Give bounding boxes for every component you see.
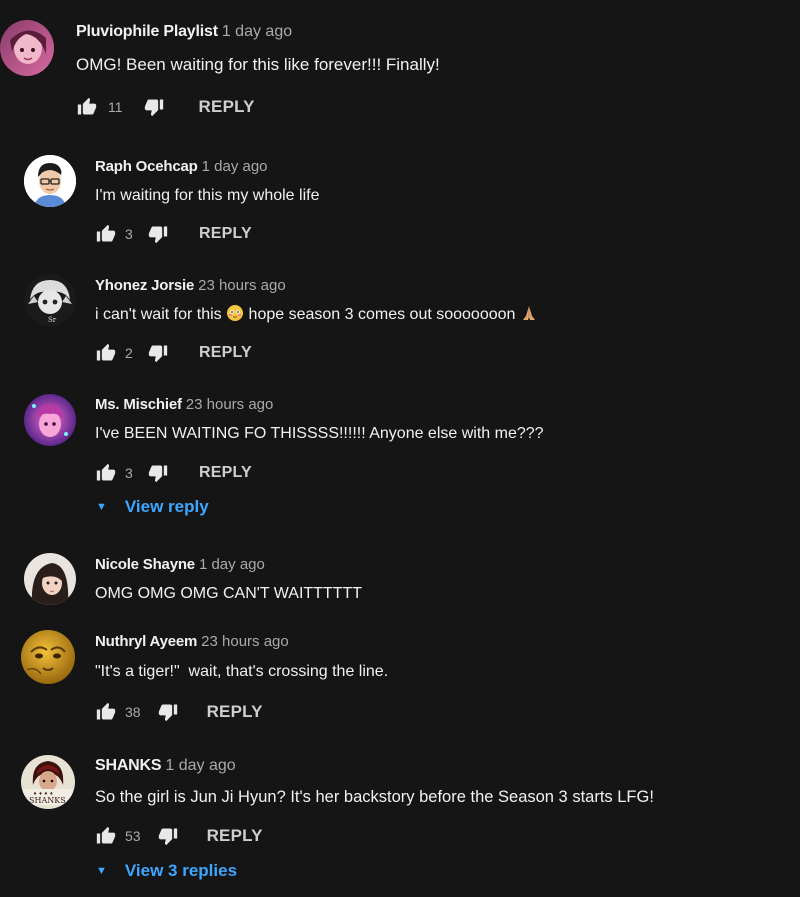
comment-text: I've BEEN WAITING FO THISSSS!!!!!! Anyon… bbox=[95, 425, 544, 442]
thumbs-down-icon[interactable] bbox=[157, 701, 179, 723]
reply-button[interactable]: REPLY bbox=[207, 702, 263, 722]
thumbs-down-icon[interactable] bbox=[157, 825, 179, 847]
thumbs-down-icon[interactable] bbox=[147, 342, 169, 364]
avatar-badge-text: SHANKS bbox=[29, 796, 66, 805]
like-count: 3 bbox=[125, 465, 133, 481]
comment-header: Yhonez Jorsie 23 hours ago bbox=[95, 276, 286, 296]
comment-header: Raph Ocehcap 1 day ago bbox=[95, 157, 268, 177]
thumbs-up-icon[interactable] bbox=[95, 701, 117, 723]
comment-header: Pluviophile Playlist 1 day ago bbox=[76, 22, 292, 42]
avatar[interactable]: Sr bbox=[24, 274, 76, 326]
avatar-image bbox=[24, 553, 76, 605]
comment-text: So the girl is Jun Ji Hyun? It's her bac… bbox=[95, 788, 654, 806]
author-name[interactable]: Raph Ocehcap bbox=[95, 158, 198, 175]
like-count: 53 bbox=[125, 828, 141, 844]
comments-section: Pluviophile Playlist 1 day ago OMG! Been … bbox=[0, 0, 800, 897]
avatar-image bbox=[24, 394, 76, 446]
view-replies-button[interactable]: ▼ View reply bbox=[96, 497, 209, 517]
thumbs-up-icon[interactable] bbox=[95, 462, 117, 484]
reply-button[interactable]: REPLY bbox=[207, 826, 263, 846]
avatar-image: ♦ ♦ ♦ ♦ SHANKS bbox=[21, 755, 75, 809]
author-name[interactable]: Nicole Shayne bbox=[95, 556, 195, 573]
flushed-face-emoji bbox=[226, 304, 244, 329]
comment-text: i can't wait for this hope season 3 come… bbox=[95, 304, 538, 329]
comment-time[interactable]: 1 day ago bbox=[222, 23, 292, 40]
avatar-image: Sr bbox=[24, 274, 76, 326]
avatar-image bbox=[21, 630, 75, 684]
author-name[interactable]: Ms. Mischief bbox=[95, 396, 182, 413]
avatar[interactable]: ♦ ♦ ♦ ♦ SHANKS bbox=[21, 755, 75, 809]
comment-time[interactable]: 1 day ago bbox=[202, 158, 268, 175]
author-name[interactable]: Yhonez Jorsie bbox=[95, 277, 194, 294]
thumbs-down-icon[interactable] bbox=[147, 462, 169, 484]
comment-header: Nicole Shayne 1 day ago bbox=[95, 555, 265, 575]
author-name[interactable]: Nuthryl Ayeem bbox=[95, 633, 197, 650]
avatar-image bbox=[0, 20, 54, 76]
avatar[interactable] bbox=[0, 20, 54, 76]
comment-actions: 2 REPLY bbox=[95, 342, 252, 364]
view-replies-label: View reply bbox=[124, 497, 209, 516]
avatar[interactable] bbox=[21, 630, 75, 684]
comment-text-part: i can't wait for this bbox=[95, 306, 222, 323]
view-replies-label: View 3 replies bbox=[124, 861, 238, 880]
comment-actions: 3 REPLY bbox=[95, 462, 252, 484]
comment-text: "It's a tiger!" wait, that's crossing th… bbox=[95, 663, 389, 680]
comment-time[interactable]: 1 day ago bbox=[165, 757, 235, 774]
folded-hands-emoji bbox=[520, 304, 538, 329]
avatar[interactable] bbox=[24, 155, 76, 207]
thumbs-up-icon[interactable] bbox=[76, 96, 98, 118]
comment-actions: 11 REPLY bbox=[76, 96, 255, 118]
comment-time[interactable]: 23 hours ago bbox=[198, 277, 286, 294]
svg-text:Sr: Sr bbox=[48, 316, 57, 324]
thumbs-up-icon[interactable] bbox=[95, 223, 117, 245]
view-replies-button[interactable]: ▼ View 3 replies bbox=[96, 861, 237, 881]
caret-down-icon: ▼ bbox=[96, 865, 107, 877]
like-count: 3 bbox=[125, 226, 133, 242]
comment-actions: 53 REPLY bbox=[95, 825, 263, 847]
comment-text: OMG! Been waiting for this like forever!… bbox=[76, 55, 440, 74]
reply-button[interactable]: REPLY bbox=[199, 225, 252, 243]
like-count: 2 bbox=[125, 345, 133, 361]
comment-text-part: hope season 3 comes out sooooooon bbox=[244, 306, 516, 323]
reply-button[interactable]: REPLY bbox=[199, 97, 255, 117]
comment-time[interactable]: 1 day ago bbox=[199, 556, 265, 573]
thumbs-down-icon[interactable] bbox=[147, 223, 169, 245]
author-name[interactable]: Pluviophile Playlist bbox=[76, 23, 218, 40]
comment-text: OMG OMG OMG CAN'T WAITTTTTT bbox=[95, 585, 363, 602]
reply-button[interactable]: REPLY bbox=[199, 464, 252, 482]
author-name[interactable]: SHANKS bbox=[95, 757, 162, 774]
comment-time[interactable]: 23 hours ago bbox=[201, 633, 289, 650]
avatar-image bbox=[24, 155, 76, 207]
avatar[interactable] bbox=[24, 394, 76, 446]
comment-header: SHANKS 1 day ago bbox=[95, 756, 236, 776]
comment-text: I'm waiting for this my whole life bbox=[95, 187, 320, 204]
thumbs-up-icon[interactable] bbox=[95, 825, 117, 847]
comment-header: Nuthryl Ayeem 23 hours ago bbox=[95, 632, 289, 652]
thumbs-up-icon[interactable] bbox=[95, 342, 117, 364]
comment-header: Ms. Mischief 23 hours ago bbox=[95, 395, 273, 415]
avatar[interactable] bbox=[24, 553, 76, 605]
like-count: 38 bbox=[125, 704, 141, 720]
comment-actions: 38 REPLY bbox=[95, 701, 263, 723]
caret-down-icon: ▼ bbox=[96, 501, 107, 513]
thumbs-down-icon[interactable] bbox=[143, 96, 165, 118]
like-count: 11 bbox=[108, 99, 123, 115]
comment-time[interactable]: 23 hours ago bbox=[186, 396, 274, 413]
reply-button[interactable]: REPLY bbox=[199, 344, 252, 362]
comment-actions: 3 REPLY bbox=[95, 223, 252, 245]
